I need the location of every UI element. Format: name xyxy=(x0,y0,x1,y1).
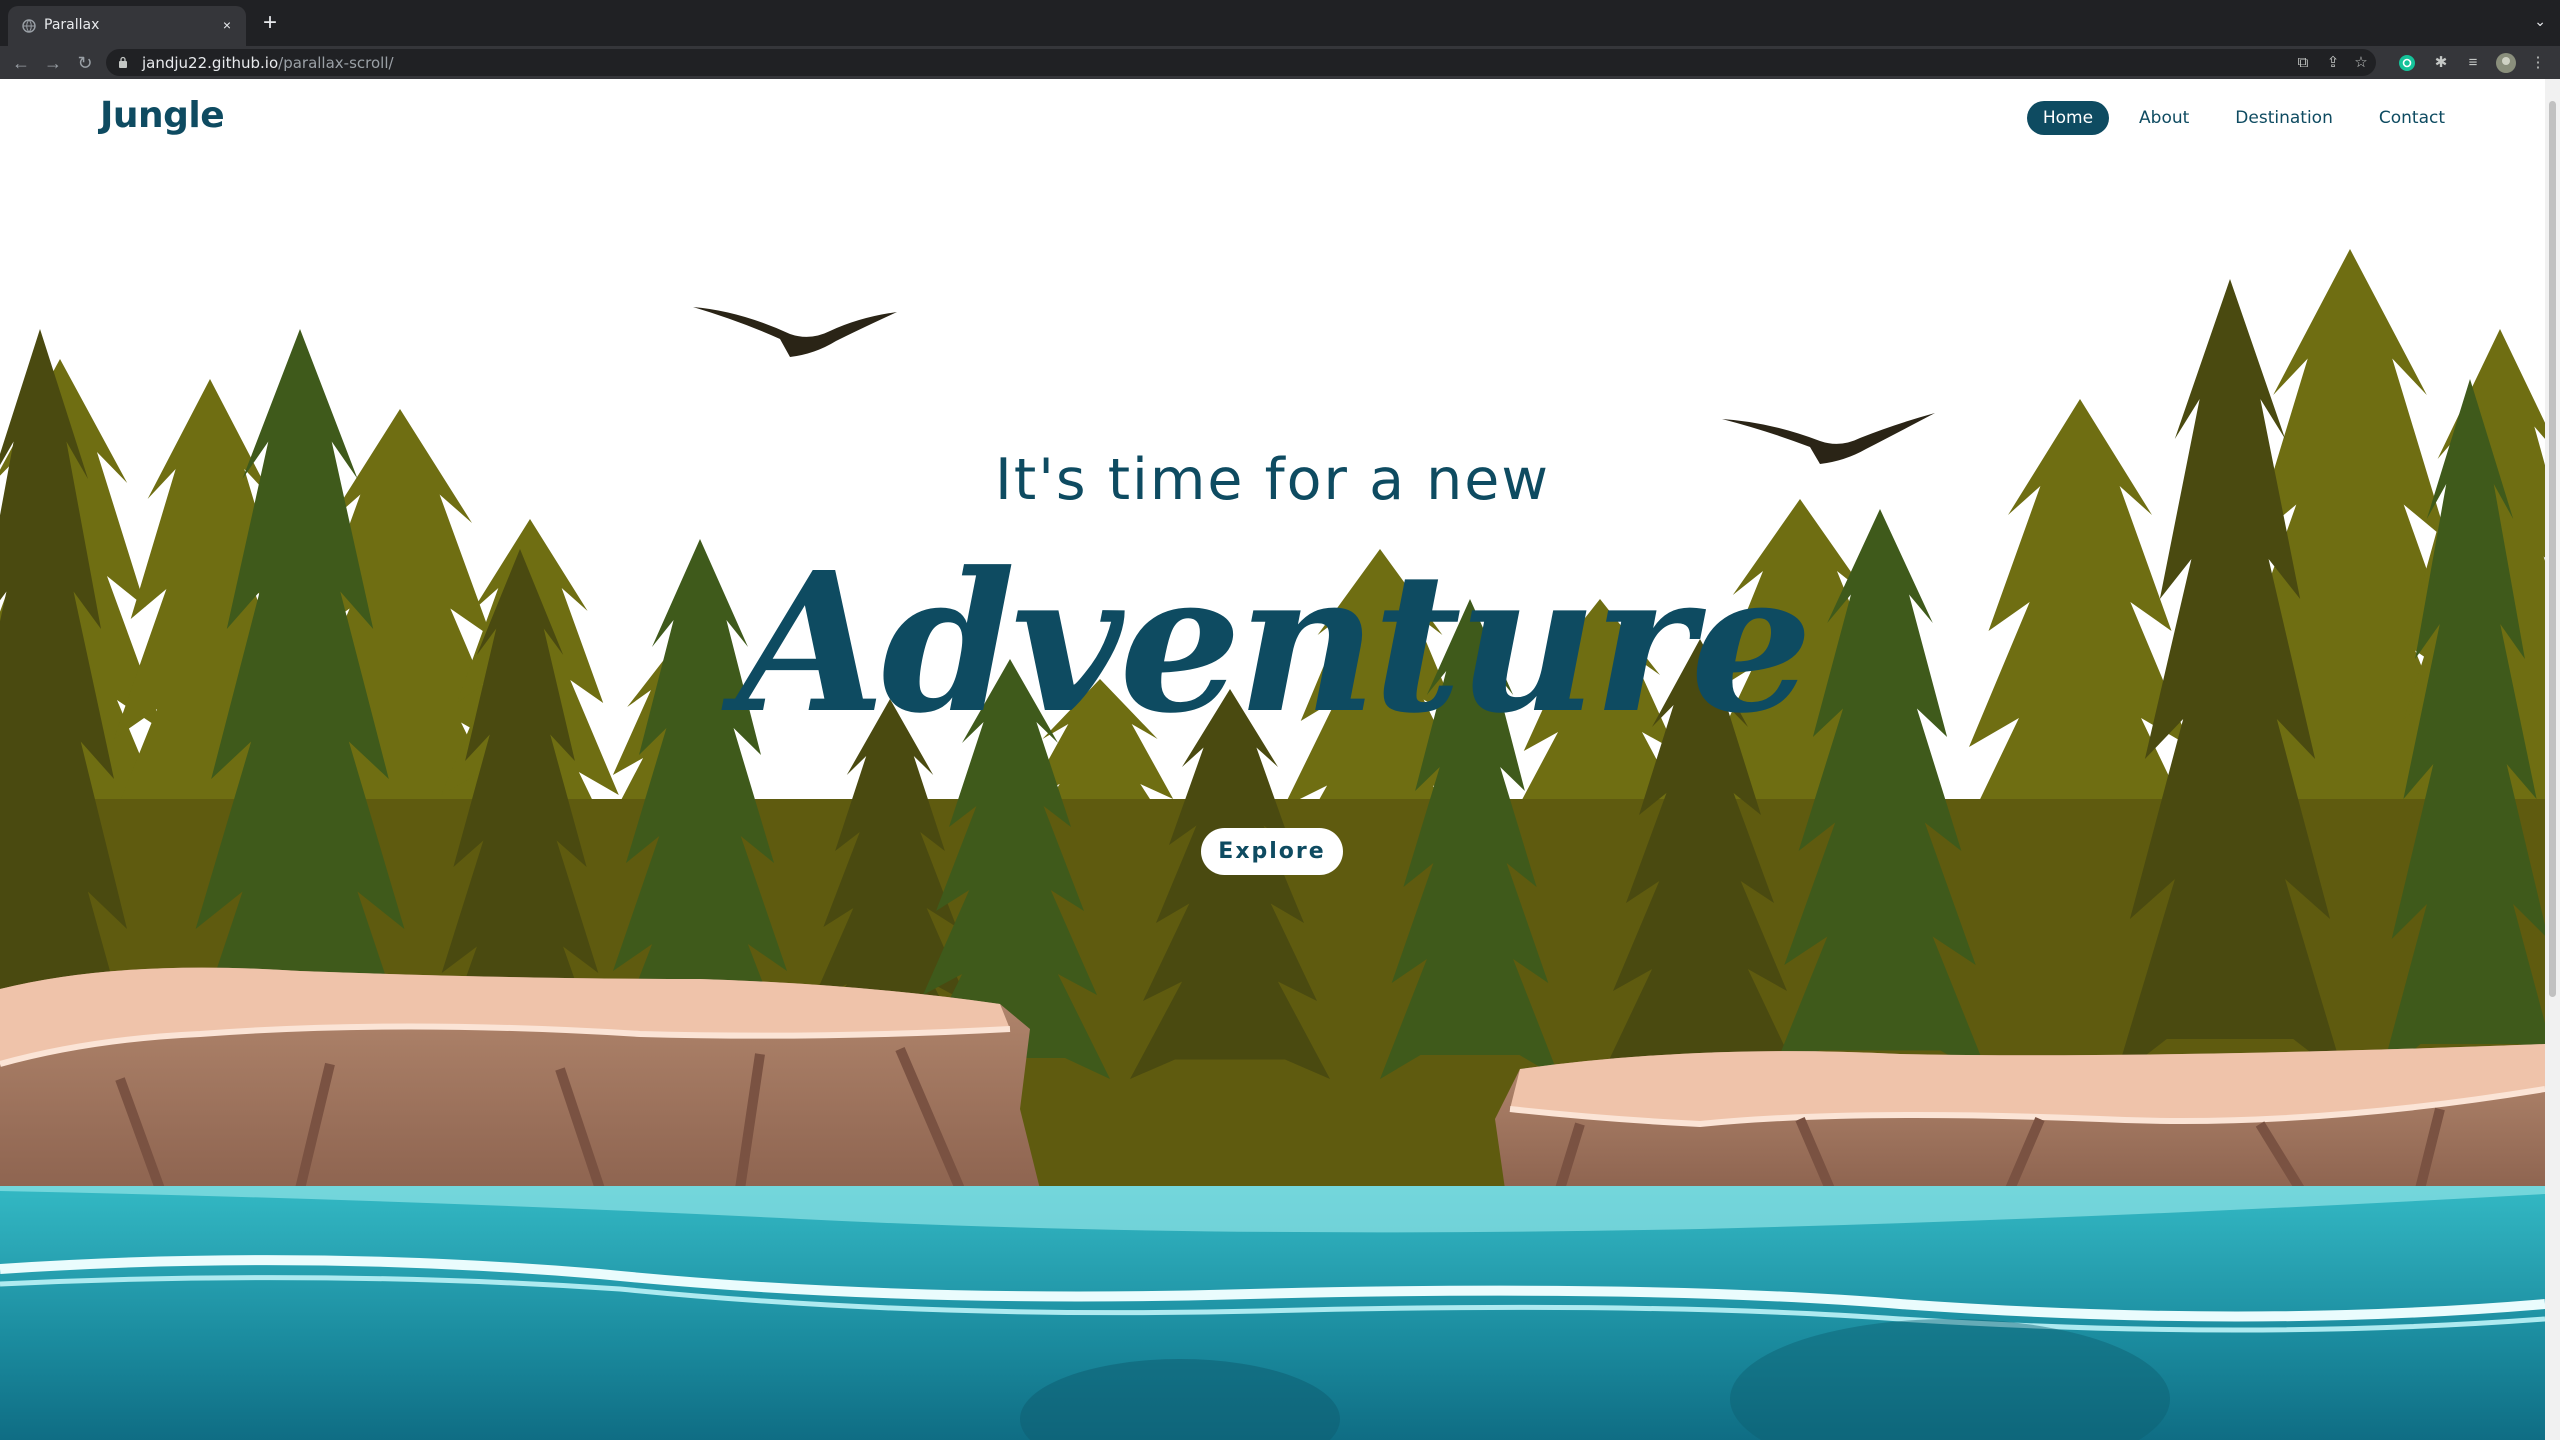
tab-title: Parallax xyxy=(44,17,100,33)
page-scrollbar[interactable] xyxy=(2545,79,2560,1440)
translate-icon[interactable]: ⧉ xyxy=(2292,52,2314,74)
left-cliff xyxy=(0,967,1040,1191)
browser-toolbar: ← → ↻ jandju22.github.io/parallax-scroll… xyxy=(0,46,2560,79)
bookmark-star-icon[interactable]: ☆ xyxy=(2350,52,2372,74)
back-arrow-icon[interactable]: ← xyxy=(8,50,34,76)
browser-tab-strip: Parallax × + ⌄ xyxy=(0,0,2560,46)
url-path: /parallax-scroll/ xyxy=(278,54,394,72)
main-nav: Home About Destination Contact xyxy=(2026,101,2461,135)
address-bar[interactable]: jandju22.github.io/parallax-scroll/ ⧉ ⇪ … xyxy=(106,49,2376,76)
right-cliff xyxy=(1495,1044,2545,1192)
explore-button[interactable]: Explore xyxy=(1201,828,1343,875)
extensions-puzzle-icon[interactable]: ✱ xyxy=(2430,52,2452,74)
nav-contact[interactable]: Contact xyxy=(2363,101,2461,135)
new-tab-button[interactable]: + xyxy=(258,11,282,35)
browser-tab[interactable]: Parallax × xyxy=(8,6,246,46)
grammarly-extension-icon[interactable] xyxy=(2397,53,2417,73)
water xyxy=(0,1186,2545,1440)
web-page: Jungle Home About Destination Contact It… xyxy=(0,79,2545,1440)
nav-about[interactable]: About xyxy=(2123,101,2205,135)
globe-icon xyxy=(22,19,36,33)
reload-icon[interactable]: ↻ xyxy=(72,50,98,76)
tab-search-chevron-icon[interactable]: ⌄ xyxy=(2534,13,2546,30)
share-icon[interactable]: ⇪ xyxy=(2322,52,2344,74)
lock-icon xyxy=(119,56,127,68)
close-tab-icon[interactable]: × xyxy=(216,14,238,36)
forward-arrow-icon[interactable]: → xyxy=(40,50,66,76)
site-logo[interactable]: Jungle xyxy=(100,95,225,136)
profile-avatar[interactable] xyxy=(2495,52,2517,74)
nav-destination[interactable]: Destination xyxy=(2219,101,2349,135)
reading-list-icon[interactable]: ≡ xyxy=(2462,52,2484,74)
hero-subtitle: It's time for a new xyxy=(995,447,1550,513)
scrollbar-thumb[interactable] xyxy=(2549,101,2556,997)
hero-illustration xyxy=(0,79,2545,1440)
hero-title: Adventure xyxy=(736,531,1812,756)
menu-kebab-icon[interactable]: ⋮ xyxy=(2527,52,2549,74)
nav-home[interactable]: Home xyxy=(2026,101,2110,135)
url-host: jandju22.github.io xyxy=(142,54,279,72)
url-text: jandju22.github.io/parallax-scroll/ xyxy=(142,54,394,72)
